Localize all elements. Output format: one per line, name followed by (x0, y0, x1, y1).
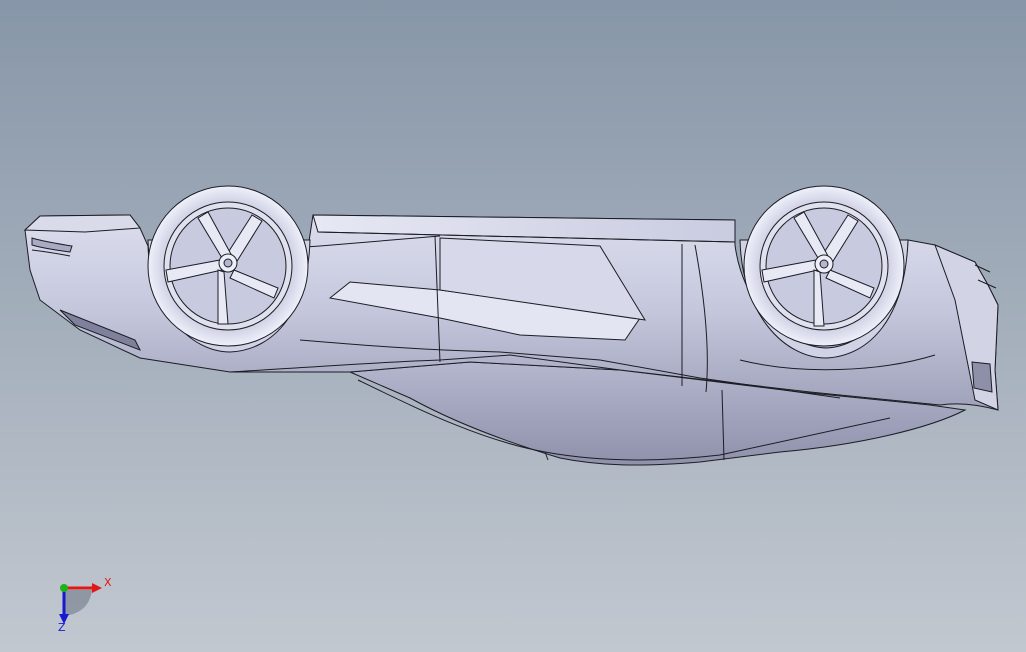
front-wheel[interactable] (743, 185, 905, 347)
rear-wheel[interactable] (147, 185, 309, 347)
graphics-viewport[interactable]: X Z (0, 0, 1026, 652)
y-axis-origin-icon (60, 584, 68, 592)
front-intake (971, 361, 993, 393)
triad-z-label: Z (58, 621, 66, 634)
model-view[interactable] (0, 0, 1026, 652)
rear-spoiler (23, 214, 141, 233)
triad-x-label: X (104, 576, 112, 589)
